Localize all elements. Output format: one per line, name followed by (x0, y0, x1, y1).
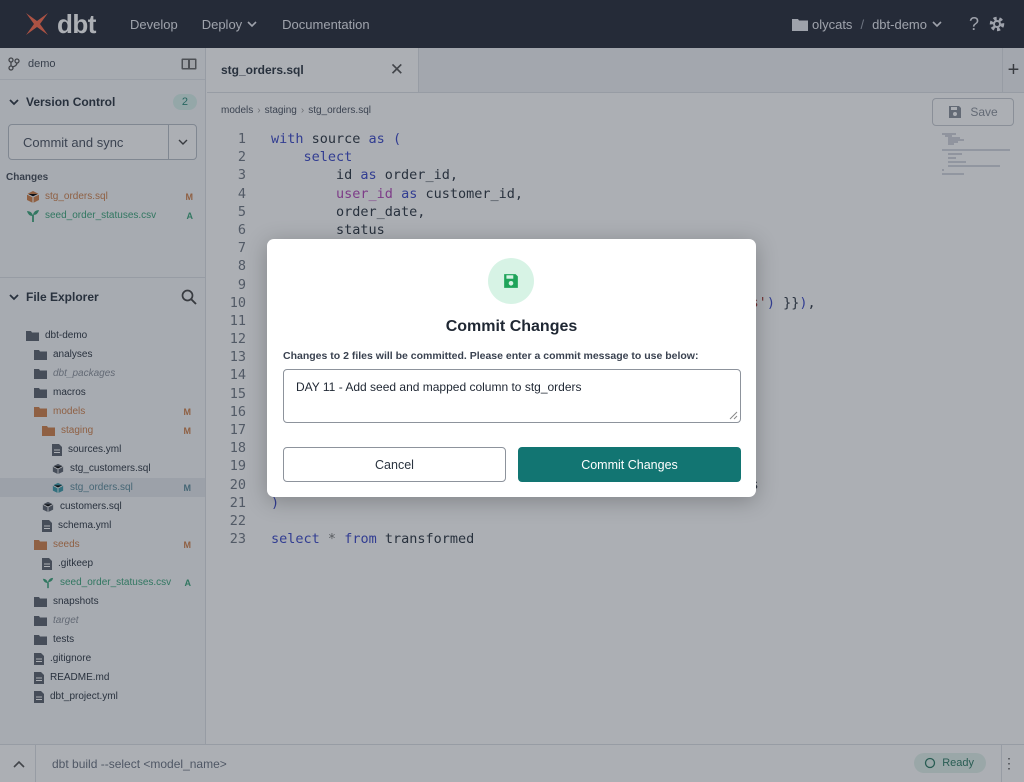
commit-changes-button[interactable]: Commit Changes (518, 447, 741, 482)
commit-message-input[interactable]: DAY 11 - Add seed and mapped column to s… (283, 369, 741, 423)
commit-changes-modal: Commit Changes Changes to 2 files will b… (267, 239, 756, 497)
cancel-button[interactable]: Cancel (283, 447, 506, 482)
save-icon-circle (488, 258, 534, 304)
modal-title: Commit Changes (445, 318, 578, 335)
modal-description: Changes to 2 files will be committed. Pl… (283, 350, 699, 362)
floppy-disk-icon (504, 274, 518, 288)
commit-message-text: DAY 11 - Add seed and mapped column to s… (296, 380, 582, 394)
resize-handle-icon[interactable] (728, 410, 738, 420)
